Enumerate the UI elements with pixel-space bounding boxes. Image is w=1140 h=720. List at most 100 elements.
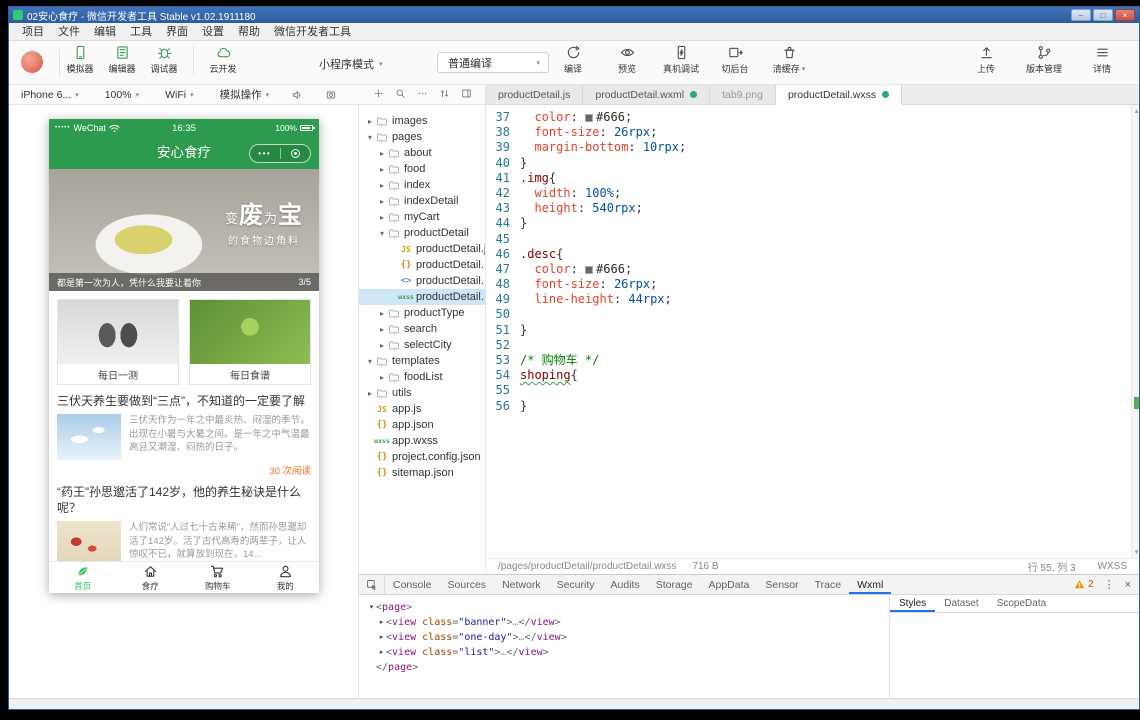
menu-item[interactable]: 微信开发者工具: [267, 23, 358, 41]
tree-item[interactable]: {} app.json: [359, 417, 485, 433]
swap-button[interactable]: [439, 86, 450, 104]
menu-item[interactable]: 界面: [159, 23, 195, 41]
menu-item[interactable]: 工具: [123, 23, 159, 41]
editor-tab[interactable]: tab9.png: [710, 85, 776, 105]
mode-dropdown[interactable]: 小程序模式 ▾: [319, 56, 383, 72]
tree-item[interactable]: ▾ pages: [359, 129, 485, 145]
tree-item[interactable]: ▸ images: [359, 113, 485, 129]
chevron-down-icon[interactable]: ▾: [377, 229, 387, 238]
tree-item[interactable]: JS app.js: [359, 401, 485, 417]
debugger-tab-console[interactable]: Console: [385, 575, 440, 594]
avatar[interactable]: [21, 51, 43, 73]
file-tree[interactable]: ▸ images ▾ pages ▸ about ▸ food ▸ index ▸ indexDeta…: [359, 105, 486, 574]
tree-item[interactable]: ▸ selectCity: [359, 337, 485, 353]
chevron-right-icon[interactable]: ▸: [377, 325, 387, 334]
phone-tab-食疗[interactable]: 食疗: [117, 562, 185, 593]
tree-item[interactable]: ▸ index: [359, 177, 485, 193]
debugger-tab-network[interactable]: Network: [494, 575, 549, 594]
debugger-tab-appdata[interactable]: AppData: [700, 575, 757, 594]
phone-tab-我的[interactable]: 我的: [252, 562, 320, 593]
remote-debug-button[interactable]: 真机调试: [662, 45, 700, 75]
debugger-tab-trace[interactable]: Trace: [807, 575, 849, 594]
list-item[interactable]: 三伏天养生要做到“三点”，不知道的一定要了解 三伏天作为一年之中最炎热、闷湿的季…: [57, 393, 311, 477]
tree-item[interactable]: {} project.config.json: [359, 449, 485, 465]
clear-cache-button[interactable]: 清缓存 ▾: [770, 45, 808, 75]
device-select[interactable]: iPhone 6... ▾: [21, 89, 79, 101]
side-tab-styles[interactable]: Styles: [890, 595, 935, 612]
wxml-node[interactable]: ▸ <view class="banner">…</view>: [367, 615, 881, 630]
phone-preview[interactable]: ••••• WeChat 16:35 100% 安心食疗 ••• 变 废 为 宝…: [49, 119, 319, 593]
tree-item[interactable]: wxss app.wxss: [359, 433, 485, 449]
kebab-menu-icon[interactable]: ⋮: [1104, 578, 1115, 591]
expand-arrow-icon[interactable]: ▾: [367, 600, 376, 615]
close-icon[interactable]: ×: [1125, 579, 1131, 591]
inspect-element-button[interactable]: [359, 575, 385, 594]
tree-item[interactable]: ▸ productType: [359, 305, 485, 321]
menu-item[interactable]: 文件: [51, 23, 87, 41]
plus-button[interactable]: [373, 86, 384, 104]
close-button[interactable]: ×: [1115, 9, 1135, 21]
simulate-operation-select[interactable]: 模拟操作 ▾: [220, 87, 270, 102]
minimize-button[interactable]: –: [1071, 9, 1091, 21]
network-select[interactable]: WiFi ▾: [165, 89, 194, 101]
cloud-button[interactable]: 云开发: [204, 45, 242, 75]
chevron-right-icon[interactable]: ▸: [377, 165, 387, 174]
chevron-right-icon[interactable]: ▸: [377, 309, 387, 318]
wxml-tree[interactable]: ▾ <page> ▸ <view class="banner">…</view> ▸ <v…: [359, 595, 889, 698]
banner-carousel[interactable]: 变 废 为 宝 的食物边角料 都是第一次为人，凭什么我要让着你 3/5: [49, 169, 319, 291]
maximize-button[interactable]: □: [1093, 9, 1113, 21]
chevron-right-icon[interactable]: ▸: [377, 197, 387, 206]
language-mode[interactable]: WXSS: [1098, 561, 1127, 572]
version-button[interactable]: 版本管理: [1025, 45, 1063, 75]
tree-item[interactable]: ▸ utils: [359, 385, 485, 401]
debugger-tab-wxml[interactable]: Wxml: [849, 575, 891, 594]
wxml-node[interactable]: ▸ <view class="one-day">…</view>: [367, 630, 881, 645]
scroll-down-icon[interactable]: ▾: [1132, 548, 1139, 556]
title-bar[interactable]: 02安心食疗 - 微信开发者工具 Stable v1.02.1911180 – □…: [9, 7, 1139, 23]
tree-item[interactable]: ▾ templates: [359, 353, 485, 369]
phone-tab-首页[interactable]: 首页: [49, 562, 117, 593]
warning-badge[interactable]: 2: [1074, 579, 1094, 590]
more-icon[interactable]: •••: [250, 149, 280, 158]
debugger-button[interactable]: 调试器: [145, 45, 183, 75]
tree-item[interactable]: {} productDetail...: [359, 257, 485, 273]
zoom-select[interactable]: 100% ▾: [105, 89, 139, 101]
preview-button[interactable]: 预览: [608, 45, 646, 75]
tree-item[interactable]: ▸ myCart: [359, 209, 485, 225]
tree-item[interactable]: ▸ about: [359, 145, 485, 161]
tree-item[interactable]: JS productDetail.js: [359, 241, 485, 257]
compile-mode-select[interactable]: 普通编译 ▾: [437, 52, 549, 73]
panel-button[interactable]: [461, 86, 472, 104]
debugger-tab-sources[interactable]: Sources: [440, 575, 495, 594]
menu-item[interactable]: 帮助: [231, 23, 267, 41]
tree-item[interactable]: {} sitemap.json: [359, 465, 485, 481]
compile-button[interactable]: 编译: [554, 45, 592, 75]
wxml-node[interactable]: ▸ <view class="list">…</view>: [367, 645, 881, 660]
editor-button[interactable]: 编辑器: [103, 45, 141, 75]
debugger-tab-storage[interactable]: Storage: [648, 575, 701, 594]
daily-test-card[interactable]: 每日一测: [57, 299, 179, 385]
editor-scrollbar[interactable]: ▴ ▾: [1131, 105, 1139, 558]
menu-item[interactable]: 设置: [195, 23, 231, 41]
debugger-tab-sensor[interactable]: Sensor: [757, 575, 806, 594]
tree-item[interactable]: ▸ indexDetail: [359, 193, 485, 209]
wxml-node[interactable]: </page>: [367, 660, 881, 675]
miniprogram-capsule[interactable]: •••: [249, 144, 311, 163]
simulator-button[interactable]: 模拟器: [61, 45, 99, 75]
menu-item[interactable]: 编辑: [87, 23, 123, 41]
chevron-right-icon[interactable]: ▸: [365, 117, 375, 126]
chevron-right-icon[interactable]: ▸: [377, 341, 387, 350]
collapse-arrow-icon[interactable]: ▸: [377, 645, 386, 660]
tree-item[interactable]: ▸ food: [359, 161, 485, 177]
debugger-tab-security[interactable]: Security: [549, 575, 603, 594]
tree-item[interactable]: ▾ productDetail: [359, 225, 485, 241]
collapse-arrow-icon[interactable]: ▸: [377, 630, 386, 645]
debugger-tab-audits[interactable]: Audits: [603, 575, 648, 594]
chevron-right-icon[interactable]: ▸: [377, 181, 387, 190]
detail-button[interactable]: 详情: [1083, 45, 1121, 75]
search-button[interactable]: [395, 86, 406, 104]
side-tab-dataset[interactable]: Dataset: [935, 595, 987, 612]
daily-recipe-card[interactable]: 每日食谱: [189, 299, 311, 385]
upload-button[interactable]: 上传: [967, 45, 1005, 75]
tree-item[interactable]: <> productDetail...: [359, 273, 485, 289]
